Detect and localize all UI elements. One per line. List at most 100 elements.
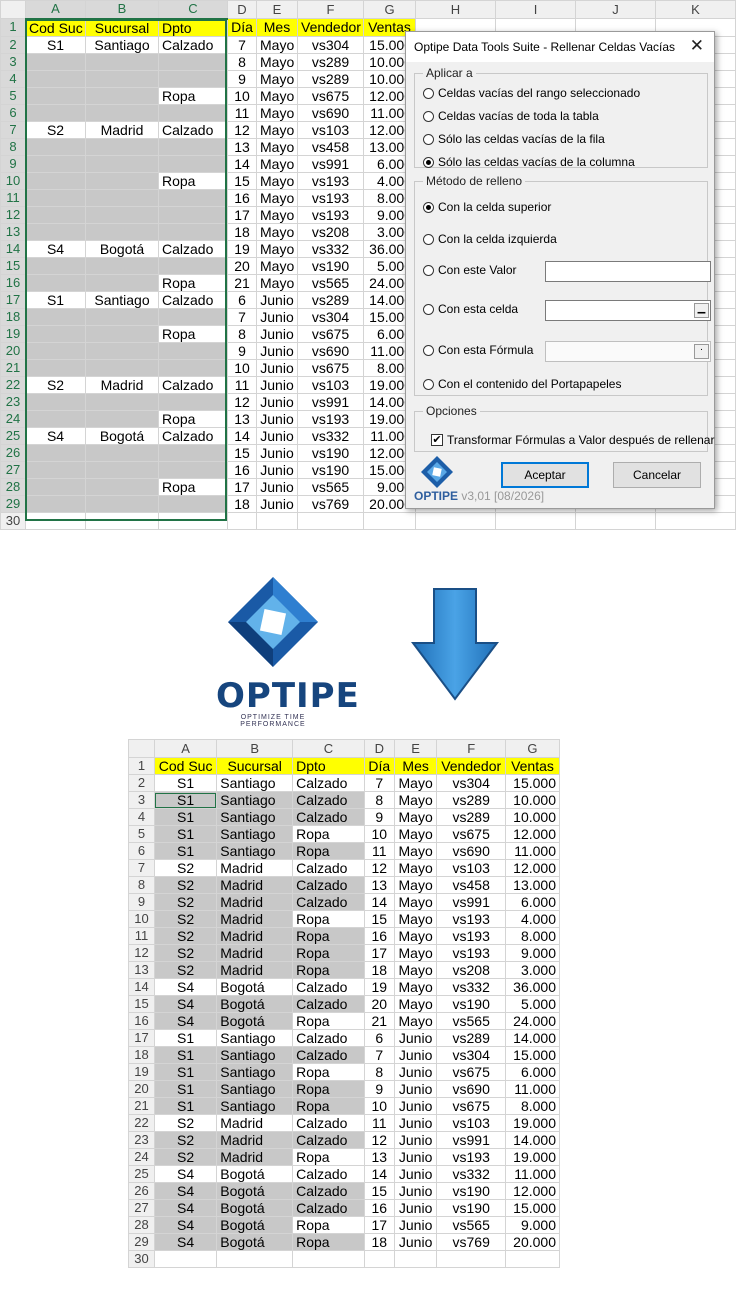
cell-vendedor[interactable]: vs332 xyxy=(436,1165,506,1183)
cell-dia[interactable]: 15 xyxy=(363,910,395,928)
cell-vendedor[interactable]: vs690 xyxy=(297,341,364,360)
row-header[interactable]: 22 xyxy=(0,375,26,394)
cell-dpto[interactable]: Ropa xyxy=(158,409,228,428)
row-header[interactable]: 22 xyxy=(128,1114,155,1132)
cell-cod-suc[interactable]: S4 xyxy=(153,1199,218,1217)
cell-dia[interactable]: 14 xyxy=(227,154,257,173)
cell-dpto[interactable]: Ropa xyxy=(158,171,228,190)
cell-vendedor[interactable]: vs675 xyxy=(436,825,506,843)
cell-mes[interactable]: Mayo xyxy=(256,154,298,173)
apply-to-option-2[interactable]: Celdas vacías de toda la tabla xyxy=(423,109,599,123)
cell-dpto[interactable]: Calzado xyxy=(292,791,365,809)
table-header-cell[interactable]: Dpto xyxy=(292,757,365,775)
cell-dpto[interactable]: Ropa xyxy=(292,1233,365,1251)
row-header[interactable]: 17 xyxy=(128,1029,155,1047)
cell-sucursal[interactable]: Madrid xyxy=(216,876,294,894)
cell-mes[interactable]: Junio xyxy=(393,1097,438,1115)
cell-sucursal[interactable]: Madrid xyxy=(216,1114,294,1132)
cell-cod-suc[interactable] xyxy=(25,324,86,343)
cell-ventas[interactable]: 19.000 xyxy=(504,1148,561,1166)
fill-method-option-1[interactable]: Con la celda superior xyxy=(423,200,551,214)
cell-cod-suc[interactable] xyxy=(25,154,86,173)
row-header[interactable]: 15 xyxy=(0,256,26,275)
row-header[interactable]: 20 xyxy=(0,341,26,360)
row-header[interactable]: 20 xyxy=(128,1080,155,1098)
row-header[interactable]: 19 xyxy=(128,1063,155,1081)
cell-ventas[interactable]: 15.000 xyxy=(504,1046,561,1064)
cell-mes[interactable]: Junio xyxy=(256,477,298,496)
cell-vendedor[interactable]: vs190 xyxy=(297,460,364,479)
cell-sucursal[interactable]: Santiago xyxy=(216,774,294,792)
cell-dia[interactable]: 13 xyxy=(227,137,257,156)
cell-mes[interactable]: Mayo xyxy=(393,842,438,860)
cell-cod-suc[interactable] xyxy=(25,443,86,462)
cell-sucursal[interactable] xyxy=(85,137,159,156)
cell-dpto[interactable]: Ropa xyxy=(292,825,365,843)
column-header-d[interactable]: D xyxy=(227,0,257,19)
cell-ventas[interactable]: 12.000 xyxy=(504,825,561,843)
fill-method-option-2[interactable]: Con la celda izquierda xyxy=(423,232,557,246)
cell-dia[interactable]: 16 xyxy=(363,927,395,945)
row-header[interactable]: 9 xyxy=(128,893,155,911)
cell-ventas[interactable]: 6.000 xyxy=(504,1063,561,1081)
cell-vendedor[interactable]: vs991 xyxy=(297,154,364,173)
cell-cod-suc[interactable]: S4 xyxy=(25,426,86,445)
cell-sucursal[interactable]: Madrid xyxy=(85,120,159,139)
row-header[interactable]: 24 xyxy=(128,1148,155,1166)
fill-method-option-6[interactable]: Con el contenido del Portapapeles xyxy=(423,377,621,391)
cell-vendedor[interactable]: vs289 xyxy=(436,791,506,809)
cell-dia[interactable]: 18 xyxy=(363,1233,395,1251)
cell-dpto[interactable]: Calzado xyxy=(292,1029,365,1047)
cell-sucursal[interactable]: Bogotá xyxy=(216,1216,294,1234)
cell-dia[interactable]: 11 xyxy=(227,375,257,394)
table-header-cell[interactable]: Sucursal xyxy=(216,757,294,775)
radio-button[interactable] xyxy=(423,201,434,213)
cell-vendedor[interactable]: vs991 xyxy=(297,392,364,411)
cell-dpto[interactable] xyxy=(158,69,228,88)
cell-vendedor[interactable]: vs991 xyxy=(436,893,506,911)
cell-sucursal[interactable]: Santiago xyxy=(85,290,159,309)
cell-mes[interactable]: Junio xyxy=(256,460,298,479)
cell-cod-suc[interactable]: S1 xyxy=(153,808,218,826)
cell-ventas[interactable]: 19.000 xyxy=(504,1114,561,1132)
cell-dpto[interactable] xyxy=(158,443,228,462)
column-header-b[interactable]: B xyxy=(85,0,159,20)
cell-mes[interactable]: Mayo xyxy=(256,86,298,105)
cell-vendedor[interactable]: vs208 xyxy=(297,222,364,241)
cell-dpto[interactable]: Calzado xyxy=(158,375,228,394)
cell-ventas[interactable]: 10.000 xyxy=(504,808,561,826)
cell-ventas[interactable]: 15.000 xyxy=(504,1199,561,1217)
cell-cod-suc[interactable]: S4 xyxy=(25,239,86,258)
cell-mes[interactable]: Mayo xyxy=(256,52,298,71)
cell-dpto[interactable] xyxy=(158,188,228,207)
cell-mes[interactable]: Mayo xyxy=(393,859,438,877)
row-header[interactable]: 18 xyxy=(0,307,26,326)
column-header-k[interactable]: K xyxy=(655,0,736,19)
row-header[interactable]: 25 xyxy=(0,426,26,445)
cell-dia[interactable]: 12 xyxy=(227,392,257,411)
cell-dpto[interactable] xyxy=(158,222,228,241)
cell-vendedor[interactable]: vs458 xyxy=(297,137,364,156)
cell-sucursal[interactable]: Santiago xyxy=(216,1097,294,1115)
table-header-cell[interactable]: Vendedor xyxy=(436,757,506,775)
cell-vendedor[interactable]: vs190 xyxy=(297,443,364,462)
cell-dpto[interactable]: Calzado xyxy=(292,808,365,826)
cell-ventas[interactable]: 14.000 xyxy=(504,1131,561,1149)
cell-dia[interactable]: 12 xyxy=(363,1131,395,1149)
cell-dpto[interactable] xyxy=(158,392,228,411)
cell-vendedor[interactable]: vs565 xyxy=(436,1216,506,1234)
row-header[interactable]: 29 xyxy=(0,494,26,513)
cell-cod-suc[interactable] xyxy=(25,86,86,105)
row-header[interactable]: 29 xyxy=(128,1233,155,1251)
value-input[interactable] xyxy=(545,261,711,282)
cell-sucursal[interactable]: Santiago xyxy=(216,825,294,843)
cell-vendedor[interactable]: vs332 xyxy=(436,978,506,996)
cell-dpto[interactable]: Calzado xyxy=(158,239,228,258)
cell-cod-suc[interactable] xyxy=(25,171,86,190)
formula-picker-button[interactable]: · xyxy=(694,344,709,359)
cell-dia[interactable]: 11 xyxy=(227,103,257,122)
cell-mes[interactable]: Junio xyxy=(256,290,298,309)
radio-button[interactable] xyxy=(423,87,434,99)
cell-sucursal[interactable] xyxy=(85,307,159,326)
cell-dpto[interactable] xyxy=(158,256,228,275)
